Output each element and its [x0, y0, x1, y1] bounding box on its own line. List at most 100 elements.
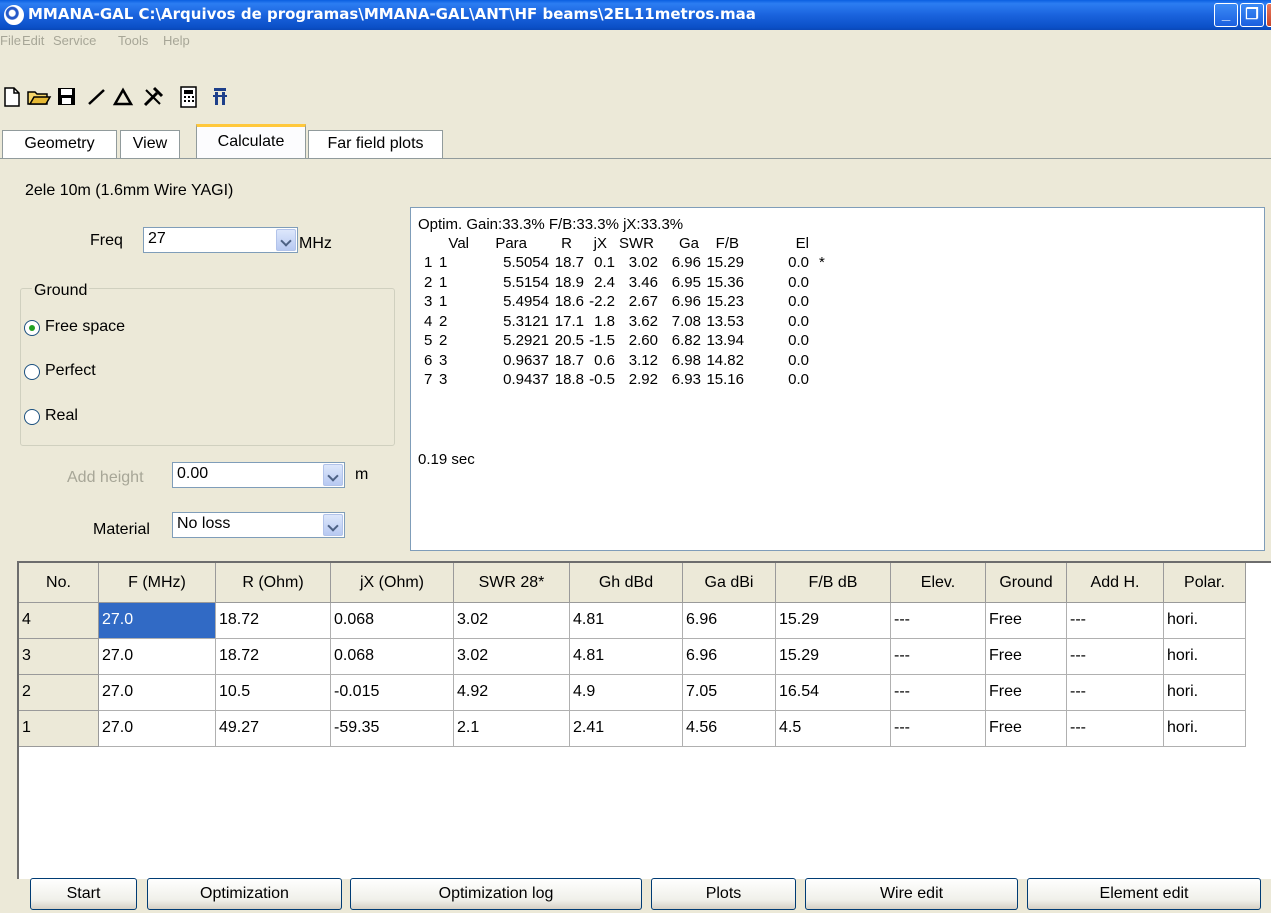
close-button[interactable]: ✕	[1266, 3, 1271, 27]
tab-geometry[interactable]: Geometry	[2, 130, 117, 158]
grid-cell[interactable]: 4.81	[570, 639, 683, 675]
radio-free-space[interactable]	[24, 320, 40, 336]
radio-perfect[interactable]	[24, 364, 40, 380]
grid-cell[interactable]: 49.27	[216, 711, 331, 747]
optimization-log-button[interactable]: Optimization log	[350, 878, 642, 910]
grid-cell[interactable]: 4.81	[570, 603, 683, 639]
grid-cell[interactable]: 2.41	[570, 711, 683, 747]
grid-cell[interactable]: -0.015	[331, 675, 454, 711]
grid-col-header[interactable]: R (Ohm)	[216, 563, 331, 603]
grid-cell[interactable]: 4.9	[570, 675, 683, 711]
radio-free-space-label[interactable]: Free space	[45, 318, 125, 336]
menu-service[interactable]: Service	[53, 33, 96, 48]
chevron-down-icon[interactable]	[276, 229, 296, 251]
grid-cell[interactable]: 3.02	[454, 603, 570, 639]
tools-icon[interactable]	[140, 84, 166, 110]
radio-real-label[interactable]: Real	[45, 407, 78, 425]
grid-cell[interactable]: Free	[986, 603, 1067, 639]
grid-cell[interactable]: ---	[1067, 639, 1164, 675]
grid-cell[interactable]: Free	[986, 711, 1067, 747]
wire-line-icon[interactable]	[84, 84, 110, 110]
grid-cell[interactable]: ---	[1067, 711, 1164, 747]
grid-col-header[interactable]: SWR 28*	[454, 563, 570, 603]
grid-cell[interactable]: ---	[891, 603, 986, 639]
grid-cell[interactable]: 10.5	[216, 675, 331, 711]
new-file-icon[interactable]	[0, 84, 26, 110]
menu-edit[interactable]: Edit	[22, 33, 44, 48]
grid-col-header[interactable]: Elev.	[891, 563, 986, 603]
grid-cell[interactable]: 4.92	[454, 675, 570, 711]
tab-far-field-plots[interactable]: Far field plots	[308, 130, 443, 158]
grid-col-header[interactable]: Add H.	[1067, 563, 1164, 603]
grid-cell[interactable]: hori.	[1164, 639, 1246, 675]
grid-cell[interactable]: 18.72	[216, 639, 331, 675]
save-icon[interactable]	[54, 84, 80, 110]
grid-cell[interactable]: -59.35	[331, 711, 454, 747]
grid-cell[interactable]: 6.96	[683, 603, 776, 639]
grid-col-header[interactable]: jX (Ohm)	[331, 563, 454, 603]
grid-cell[interactable]: 4.5	[776, 711, 891, 747]
triangle-icon[interactable]	[110, 84, 136, 110]
grid-cell[interactable]: Free	[986, 639, 1067, 675]
grid-cell[interactable]: 27.0	[99, 639, 216, 675]
grid-cell[interactable]: 27.0	[99, 675, 216, 711]
grid-cell[interactable]: 0.068	[331, 603, 454, 639]
element-edit-button[interactable]: Element edit	[1027, 878, 1261, 910]
grid-col-header[interactable]: F (MHz)	[99, 563, 216, 603]
grid-cell[interactable]: Free	[986, 675, 1067, 711]
grid-cell[interactable]: hori.	[1164, 711, 1246, 747]
grid-cell[interactable]: 15.29	[776, 603, 891, 639]
grid-cell[interactable]: 16.54	[776, 675, 891, 711]
optimization-button[interactable]: Optimization	[147, 878, 342, 910]
grid-cell[interactable]: 2.1	[454, 711, 570, 747]
grid-cell[interactable]: ---	[891, 675, 986, 711]
menu-tools[interactable]: Tools	[118, 33, 148, 48]
grid-col-header[interactable]: Ga dBi	[683, 563, 776, 603]
grid-cell[interactable]: 27.0	[99, 711, 216, 747]
tab-calculate[interactable]: Calculate	[196, 124, 306, 158]
grid-cell[interactable]: 18.72	[216, 603, 331, 639]
menu-help[interactable]: Help	[163, 33, 190, 48]
grid-cell[interactable]: ---	[891, 639, 986, 675]
grid-col-header[interactable]: Gh dBd	[570, 563, 683, 603]
grid-row-header[interactable]: 3	[19, 639, 99, 675]
calculator-icon[interactable]	[176, 84, 202, 110]
optimization-results-box[interactable]: Optim. Gain:33.3% F/B:33.3% jX:33.3% Val…	[410, 207, 1265, 551]
grid-cell[interactable]: 0.068	[331, 639, 454, 675]
grid-cell[interactable]: hori.	[1164, 603, 1246, 639]
grid-row-header[interactable]: 1	[19, 711, 99, 747]
start-button[interactable]: Start	[30, 878, 137, 910]
grid-cell[interactable]: 4.56	[683, 711, 776, 747]
grid-cell[interactable]: ---	[1067, 603, 1164, 639]
open-folder-icon[interactable]	[26, 84, 52, 110]
grid-col-header[interactable]: No.	[19, 563, 99, 603]
minimize-button[interactable]: _	[1214, 3, 1238, 27]
grid-row-header[interactable]: 4	[19, 603, 99, 639]
grid-cell[interactable]: 15.29	[776, 639, 891, 675]
antenna-tower-icon[interactable]	[207, 84, 233, 110]
grid-cell[interactable]: hori.	[1164, 675, 1246, 711]
chevron-down-icon[interactable]	[323, 514, 343, 536]
grid-col-header[interactable]: F/B dB	[776, 563, 891, 603]
material-select[interactable]: No loss	[172, 512, 345, 538]
app-icon[interactable]	[4, 5, 24, 25]
add-height-select[interactable]: 0.00	[172, 462, 345, 488]
menu-file[interactable]: File	[0, 33, 21, 48]
grid-cell[interactable]: 6.96	[683, 639, 776, 675]
radio-perfect-label[interactable]: Perfect	[45, 362, 96, 380]
grid-cell[interactable]: 27.0	[99, 603, 216, 639]
grid-col-header[interactable]: Ground	[986, 563, 1067, 603]
wire-edit-button[interactable]: Wire edit	[805, 878, 1018, 910]
maximize-button[interactable]: ❐	[1240, 3, 1264, 27]
grid-cell[interactable]: 3.02	[454, 639, 570, 675]
results-grid[interactable]: No. F (MHz) R (Ohm) jX (Ohm) SWR 28* Gh dBd Ga…	[17, 561, 1271, 879]
plots-button[interactable]: Plots	[651, 878, 796, 910]
grid-cell[interactable]: ---	[891, 711, 986, 747]
grid-cell[interactable]: 7.05	[683, 675, 776, 711]
freq-select[interactable]: 27	[143, 227, 298, 253]
grid-cell[interactable]: ---	[1067, 675, 1164, 711]
radio-real[interactable]	[24, 409, 40, 425]
grid-col-header[interactable]: Polar.	[1164, 563, 1246, 603]
grid-row-header[interactable]: 2	[19, 675, 99, 711]
tab-view[interactable]: View	[120, 130, 180, 158]
